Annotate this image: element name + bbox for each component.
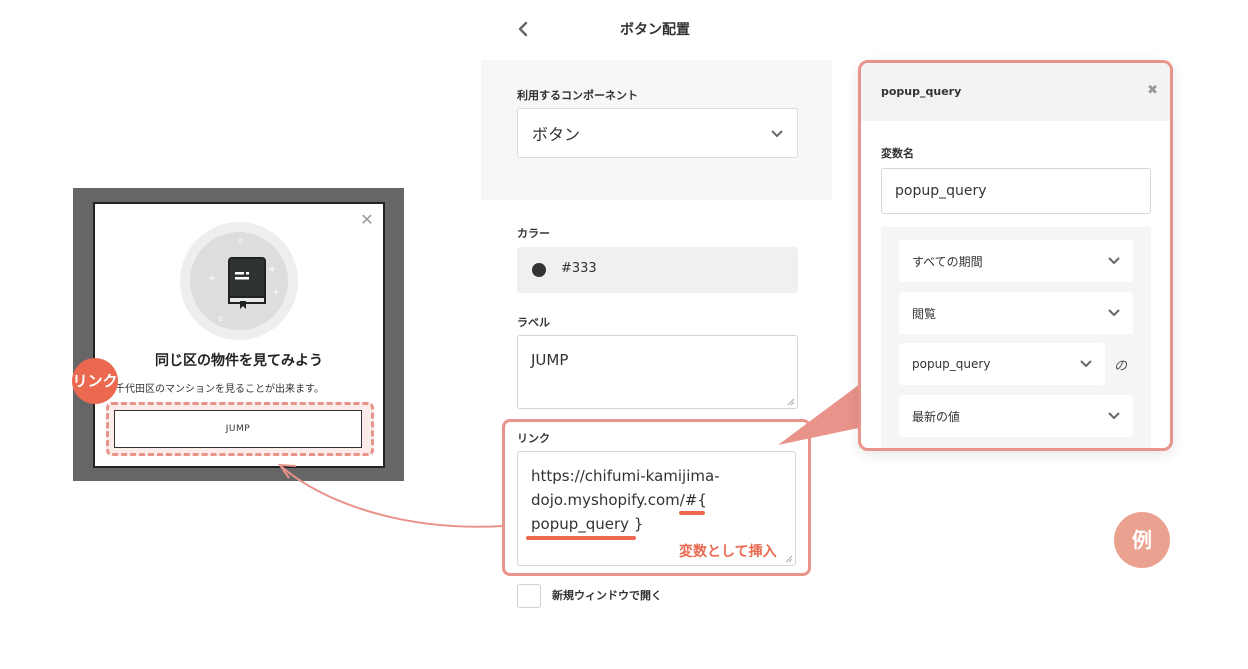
color-label: カラー <box>517 227 550 240</box>
new-window-label: 新規ウィンドウで開く <box>552 589 662 602</box>
button-label-label: ラベル <box>517 316 550 329</box>
popup-jump-button[interactable]: JUMP <box>114 410 362 448</box>
example-badge: 例 <box>1114 512 1170 568</box>
link-badge: リンク <box>72 358 118 404</box>
variable-underline <box>526 536 636 540</box>
component-label: 利用するコンポーネント <box>517 89 638 102</box>
color-swatch <box>532 263 546 277</box>
variable-name-value: popup_query <box>895 183 987 199</box>
button-label-value: JUMP <box>531 351 569 369</box>
callout-header: popup_query ✖ <box>861 63 1170 121</box>
event-select[interactable]: 閲覧 <box>899 292 1133 334</box>
link-label: リンク <box>517 432 550 445</box>
chevron-down-icon <box>1108 257 1120 265</box>
color-value: #333 <box>561 261 597 276</box>
new-window-checkbox[interactable] <box>517 584 541 608</box>
variable-callout: popup_query ✖ 変数名 popup_query すべての期間 閲覧 … <box>858 60 1173 451</box>
callout-title: popup_query <box>881 85 962 98</box>
property-select[interactable]: popup_query <box>899 343 1105 385</box>
chevron-down-icon <box>1080 360 1092 368</box>
button-label-input[interactable]: JUMP <box>517 335 798 409</box>
connector-text: の <box>1114 359 1128 374</box>
chevron-down-icon <box>1108 309 1120 317</box>
query-builder: すべての期間 閲覧 popup_query の 最新の値 <box>881 227 1151 448</box>
popup-title: 同じ区の物件を見てみよう <box>155 353 323 369</box>
resize-handle-icon[interactable] <box>787 398 795 406</box>
chevron-down-icon <box>771 130 783 138</box>
insert-variable-note: 変数として挿入 <box>679 544 777 560</box>
popup-preview: ✕ + + + o o 同じ区の物件を見てみよう 千代田区のマンションを見ること… <box>93 202 385 468</box>
popup-description: 千代田区のマンションを見ることが出来ます。 <box>115 384 324 395</box>
back-chevron-icon[interactable] <box>514 18 534 40</box>
component-select[interactable]: ボタン <box>517 108 798 158</box>
resize-handle-icon[interactable] <box>785 555 793 563</box>
close-icon[interactable]: ✖ <box>1147 83 1158 98</box>
popup-button-highlight: JUMP <box>106 402 374 456</box>
book-icon <box>228 257 266 309</box>
popup-illustration: + + + o o <box>180 222 298 340</box>
chevron-down-icon <box>1108 412 1120 420</box>
close-icon[interactable]: ✕ <box>359 212 375 228</box>
link-line: dojo.myshopify.com/#{ <box>531 491 707 509</box>
component-select-value: ボタン <box>532 125 581 144</box>
link-line: popup_query } <box>531 515 644 533</box>
variable-start-underline <box>679 511 705 515</box>
period-select[interactable]: すべての期間 <box>899 240 1133 282</box>
popup-preview-frame: ✕ + + + o o 同じ区の物件を見てみよう 千代田区のマンションを見ること… <box>73 188 404 481</box>
variable-name-input[interactable]: popup_query <box>881 168 1151 214</box>
page-title: ボタン配置 <box>620 22 690 38</box>
value-select[interactable]: 最新の値 <box>899 395 1133 437</box>
variable-name-label: 変数名 <box>881 147 914 160</box>
color-picker[interactable]: #333 <box>517 247 798 293</box>
link-line: https://chifumi-kamijima- <box>531 467 720 485</box>
